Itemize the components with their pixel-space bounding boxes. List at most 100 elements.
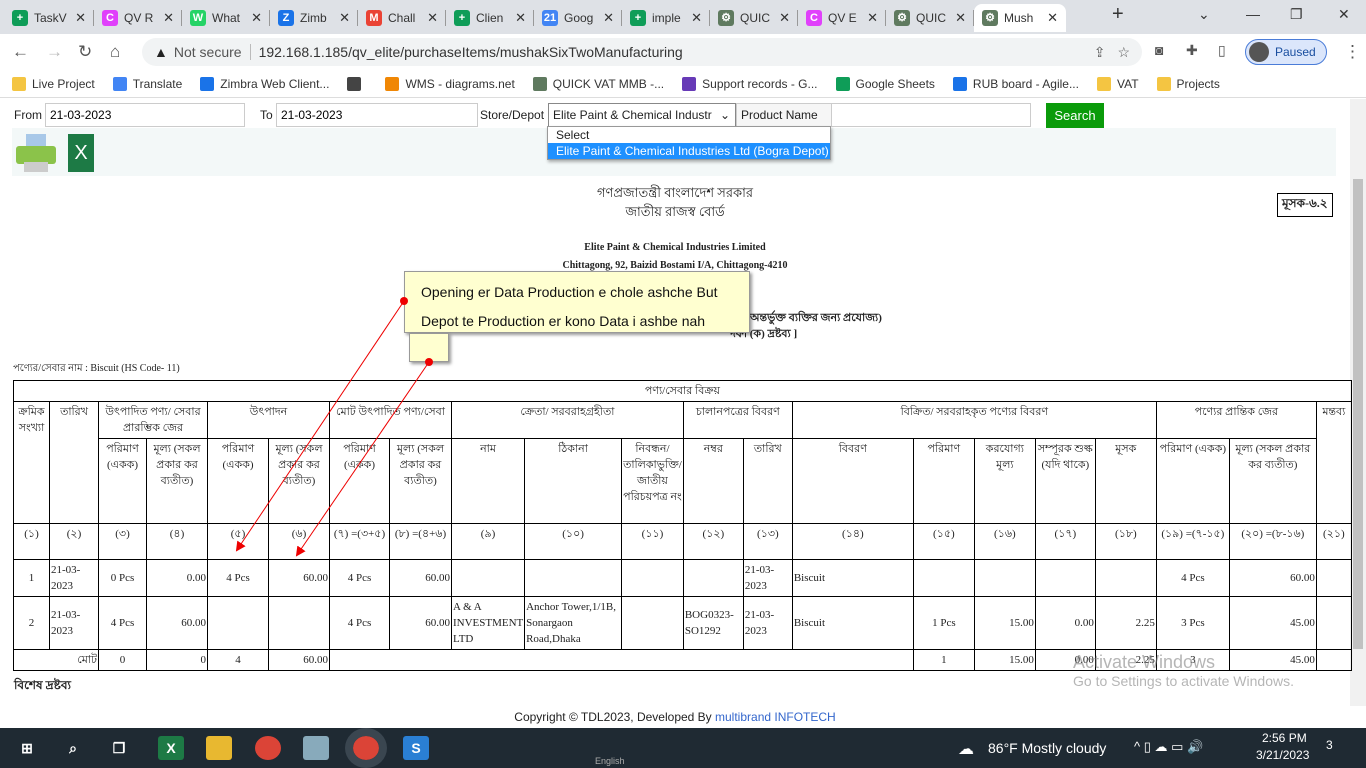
forward-icon[interactable]: → — [46, 42, 63, 62]
tab-close-icon[interactable]: ✕ — [1047, 10, 1058, 26]
tab-2[interactable]: W What ✕ — [182, 4, 270, 32]
tray-icons[interactable]: ^ ▯ ☁ ▭ 🔊 — [1134, 739, 1203, 755]
bookmark-10[interactable]: Projects — [1156, 76, 1220, 91]
excel-export-icon[interactable]: X — [68, 134, 94, 172]
scrollbar-thumb[interactable] — [1353, 179, 1363, 649]
notification-icon[interactable]: 3 — [1326, 738, 1333, 752]
tab-9[interactable]: C QV E ✕ — [798, 4, 886, 32]
app-icon[interactable] — [303, 736, 329, 760]
bookmark-0[interactable]: Live Project — [12, 76, 95, 91]
tab-label: TaskV — [34, 11, 67, 25]
bookmark-3[interactable] — [347, 76, 367, 91]
menu-icon[interactable]: ⋮ — [1344, 42, 1361, 62]
bookmark-icon — [385, 76, 400, 91]
data-cell — [268, 596, 330, 650]
close-window-button[interactable]: ✕ — [1338, 6, 1350, 23]
tab-close-icon[interactable]: ✕ — [955, 10, 966, 26]
extension-icon[interactable]: ◙ — [1155, 42, 1163, 58]
product-name-input[interactable] — [831, 103, 1031, 127]
tab-close-icon[interactable]: ✕ — [515, 10, 526, 26]
s-app-icon[interactable]: S — [403, 736, 429, 760]
column-number-cell: (৫) — [207, 523, 269, 560]
tab-0[interactable]: + TaskV ✕ — [4, 4, 94, 32]
search-icon[interactable]: ⌕ — [60, 736, 86, 760]
store-select[interactable]: Elite Paint & Chemical Industr ⌄ — [548, 103, 736, 127]
bookmark-4[interactable]: WMS - diagrams.net — [385, 76, 515, 91]
tab-5[interactable]: + Clien ✕ — [446, 4, 534, 32]
start-icon[interactable]: ⊞ — [14, 736, 40, 760]
bookmark-1[interactable]: Translate — [112, 76, 182, 91]
tab-close-icon[interactable]: ✕ — [867, 10, 878, 26]
task-view-icon[interactable]: ❐ — [106, 736, 132, 760]
scrollbar[interactable] — [1350, 99, 1366, 706]
back-icon[interactable]: ← — [12, 42, 29, 62]
header-buyer: ক্রেতা/ সরবরাহগ্রহীতা — [451, 401, 684, 439]
bookmark-9[interactable]: VAT — [1096, 76, 1139, 91]
tab-search-icon[interactable]: ⌄ — [1198, 6, 1210, 23]
sidepanel-icon[interactable]: ▯ — [1218, 42, 1226, 59]
tab-close-icon[interactable]: ✕ — [339, 10, 350, 26]
tab-11[interactable]: ⚙ Mush ✕ — [974, 4, 1066, 32]
annotation-callout: Opening er Data Production e chole ashch… — [404, 271, 750, 333]
file-explorer-icon[interactable] — [206, 736, 232, 760]
tab-1[interactable]: C QV R ✕ — [94, 4, 182, 32]
bookmark-icon — [682, 76, 697, 91]
clock-date[interactable]: 3/21/2023 — [1256, 748, 1309, 762]
column-number-cell: (১৬) — [973, 523, 1036, 560]
weather-text[interactable]: 86°F Mostly cloudy — [988, 740, 1106, 756]
maximize-button[interactable]: ❐ — [1290, 6, 1303, 23]
tab-close-icon[interactable]: ✕ — [75, 10, 86, 26]
data-cell — [912, 559, 975, 597]
tab-close-icon[interactable]: ✕ — [251, 10, 262, 26]
bookmark-icon — [835, 76, 850, 91]
clock-time[interactable]: 2:56 PM — [1262, 731, 1307, 745]
tab-close-icon[interactable]: ✕ — [779, 10, 790, 26]
data-cell — [1094, 559, 1157, 597]
tab-7[interactable]: + imple ✕ — [622, 4, 710, 32]
tab-8[interactable]: ⚙ QUIC ✕ — [710, 4, 798, 32]
share-icon[interactable]: ⇪ — [1094, 44, 1106, 61]
tab-4[interactable]: M Chall ✕ — [358, 4, 446, 32]
bookmarks-bar: Live Project Translate Zimbra Web Client..… — [0, 70, 1366, 98]
chrome-icon[interactable] — [255, 736, 281, 760]
developer-link[interactable]: multibrand INFOTECH — [715, 710, 836, 724]
reload-icon[interactable]: ↻ — [78, 42, 92, 62]
printer-icon[interactable] — [14, 134, 58, 174]
subheader-cell: করযোগ্য মূল্য — [973, 438, 1036, 524]
data-cell — [207, 596, 269, 650]
bookmark-6[interactable]: Support records - G... — [682, 76, 818, 91]
tab-10[interactable]: ⚙ QUIC ✕ — [886, 4, 974, 32]
data-cell: Biscuit — [791, 596, 914, 650]
bookmark-label: Support records - G... — [702, 76, 818, 91]
option-select[interactable]: Select — [548, 127, 830, 143]
profile-button[interactable]: Paused — [1245, 39, 1327, 65]
bookmark-2[interactable]: Zimbra Web Client... — [200, 76, 329, 91]
bookmark-7[interactable]: Google Sheets — [835, 76, 935, 91]
bookmark-8[interactable]: RUB board - Agile... — [952, 76, 1079, 91]
language-label: English — [595, 756, 625, 766]
puzzle-icon[interactable]: ✚ — [1186, 42, 1198, 59]
tab-close-icon[interactable]: ✕ — [691, 10, 702, 26]
data-cell: 60.00 — [146, 596, 208, 650]
tab-close-icon[interactable]: ✕ — [603, 10, 614, 26]
bookmark-5[interactable]: QUICK VAT MMB -... — [532, 76, 664, 91]
data-cell: 60.00 — [1228, 559, 1317, 597]
minimize-button[interactable]: — — [1246, 6, 1260, 22]
chrome-active-icon[interactable] — [345, 728, 387, 768]
tab-close-icon[interactable]: ✕ — [427, 10, 438, 26]
tab-label: QV E — [828, 11, 857, 25]
home-icon[interactable]: ⌂ — [110, 42, 120, 62]
tab-3[interactable]: Z Zimb ✕ — [270, 4, 358, 32]
search-button[interactable]: Search — [1046, 103, 1104, 128]
tab-6[interactable]: 21 Goog ✕ — [534, 4, 622, 32]
option-bogra-depot[interactable]: Elite Paint & Chemical Industries Ltd (B… — [548, 143, 830, 159]
tab-favicon-icon: W — [190, 10, 206, 26]
to-date-input[interactable] — [276, 103, 478, 127]
from-date-input[interactable] — [45, 103, 245, 127]
star-icon[interactable]: ☆ — [1117, 44, 1130, 61]
data-cell: 21-03-2023 — [742, 596, 793, 650]
new-tab-button[interactable]: + — [1112, 3, 1124, 26]
excel-app-icon[interactable]: X — [158, 736, 184, 760]
address-bar[interactable]: ▲ Not secure 192.168.1.185/qv_elite/purc… — [142, 38, 1142, 66]
tab-close-icon[interactable]: ✕ — [163, 10, 174, 26]
